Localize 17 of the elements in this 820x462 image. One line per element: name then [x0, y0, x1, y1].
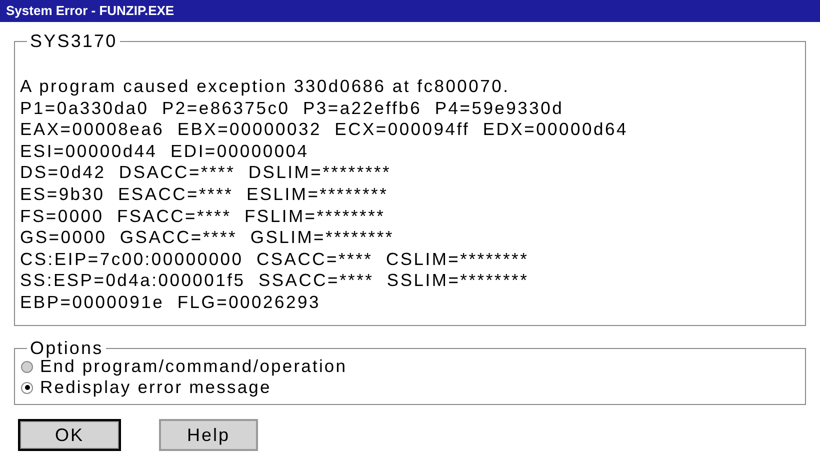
window-title: System Error - FUNZIP.EXE [0, 0, 820, 22]
message-line: DS=0d42 DSACC=**** DSLIM=******** [20, 162, 392, 184]
option-label[interactable]: Redisplay error message [40, 377, 272, 398]
message-line: EBP=0000091e FLG=00026293 [20, 292, 322, 314]
help-button[interactable]: Help [159, 419, 258, 451]
message-line: ES=9b30 ESACC=**** ESLIM=******** [20, 184, 390, 206]
radio-button[interactable] [21, 382, 33, 394]
message-line: ESI=00000d44 EDI=00000004 [20, 140, 310, 162]
radio-button[interactable] [21, 360, 33, 372]
message-line: EAX=00008ea6 EBX=00000032 ECX=000094ff EDX=00000d64 [20, 119, 629, 141]
message-line: GS=0000 GSACC=**** GSLIM=******** [20, 227, 395, 249]
message-line: P1=0a330da0 P2=e86375c0 P3=a22effb6 P4=59e9330d [20, 98, 565, 120]
ok-button[interactable]: OK [18, 419, 121, 451]
message-line: FS=0000 FSACC=**** FSLIM=******** [20, 206, 386, 228]
message-line: A program caused exception 330d0686 at fc800070. [20, 76, 511, 98]
message-line: SS:ESP=0d4a:000001f5 SSACC=**** SSLIM=******** [20, 270, 530, 292]
message-line: CS:EIP=7c00:00000000 CSACC=**** CSLIM=******** [20, 248, 530, 270]
